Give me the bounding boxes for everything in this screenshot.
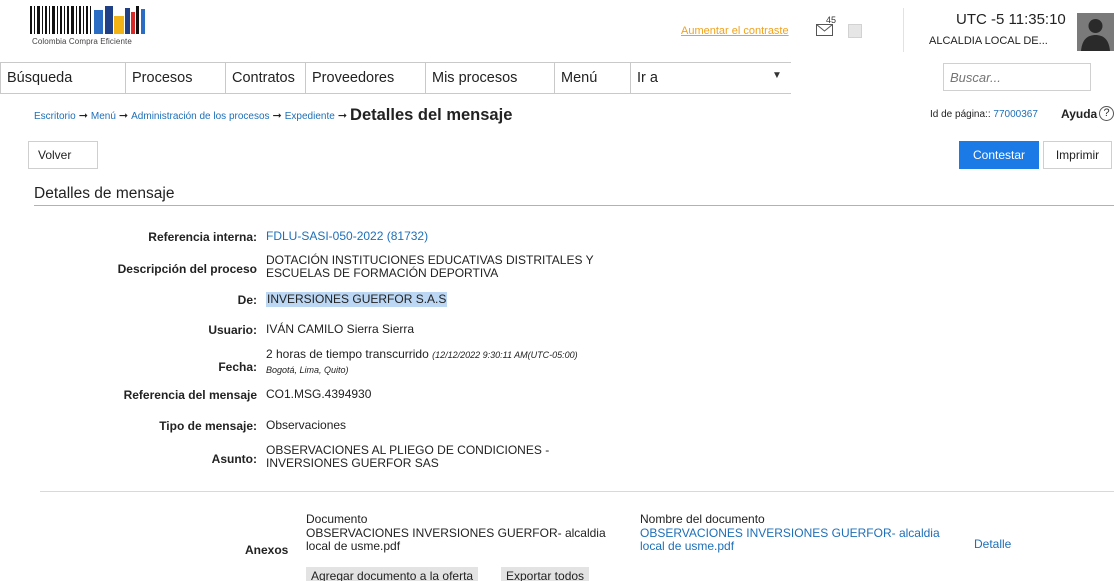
logo-caption: Colombia Compra Eficiente xyxy=(32,37,132,46)
ref-mensaje-label: Referencia del mensaje xyxy=(123,388,257,402)
barcode-logo-icon xyxy=(30,6,145,34)
section-divider xyxy=(34,205,1114,206)
user-avatar-icon[interactable] xyxy=(1077,13,1114,51)
add-to-offer-button[interactable]: Agregar documento a la oferta xyxy=(306,567,479,581)
fecha-elapsed: 2 horas de tiempo transcurrido xyxy=(266,347,429,361)
ref-interna-label: Referencia interna: xyxy=(148,230,257,244)
section-title: Detalles de mensaje xyxy=(34,185,175,202)
tipo-value: Observaciones xyxy=(266,418,347,432)
arrow-right-icon: ➞ xyxy=(78,110,88,122)
person-silhouette-icon xyxy=(1081,19,1110,51)
attachment-name-link[interactable]: OBSERVACIONES INVERSIONES GUERFOR- alcal… xyxy=(640,527,940,553)
tipo-label: Tipo de mensaje: xyxy=(159,419,257,433)
descripcion-label: Descripción del proceso xyxy=(117,262,257,276)
arrow-right-icon: ➞ xyxy=(272,110,282,122)
fecha-label: Fecha: xyxy=(218,360,257,374)
ref-mensaje-value: CO1.MSG.4394930 xyxy=(266,387,372,401)
nav-busqueda[interactable]: Búsqueda xyxy=(0,62,126,94)
back-button[interactable]: Volver xyxy=(28,141,98,169)
asunto-line-2: INVERSIONES GUERFOR SAS xyxy=(266,456,439,470)
descripcion-line-2: ESCUELAS DE FORMACIÓN DEPORTIVA xyxy=(266,266,499,280)
page-id-label: Id de página:: xyxy=(930,109,991,120)
nav-procesos[interactable]: Procesos xyxy=(126,62,226,94)
search-input[interactable] xyxy=(943,63,1091,91)
help-link[interactable]: Ayuda xyxy=(1061,107,1097,121)
attachments-divider xyxy=(40,491,1114,492)
descripcion-value: DOTACIÓN INSTITUCIONES EDUCATIVAS DISTRI… xyxy=(266,254,594,280)
col-documento: Documento xyxy=(306,512,368,526)
breadcrumb-menu[interactable]: Menú xyxy=(91,111,116,122)
breadcrumb-expediente[interactable]: Expediente xyxy=(285,111,335,122)
attachment-name-line-2: local de usme.pdf xyxy=(640,539,735,553)
attachment-document: OBSERVACIONES INVERSIONES GUERFOR- alcal… xyxy=(306,527,606,553)
reply-button[interactable]: Contestar xyxy=(959,141,1039,169)
nav-mis-procesos[interactable]: Mis procesos xyxy=(426,62,555,94)
page-title: Detalles del mensaje xyxy=(350,106,513,124)
fecha-timezone: Bogotá, Lima, Quito) xyxy=(266,365,349,375)
entity-name[interactable]: ALCALDIA LOCAL DE... xyxy=(929,35,1048,47)
breadcrumb-admin-procesos[interactable]: Administración de los procesos xyxy=(131,111,269,122)
increase-contrast-link[interactable]: Aumentar el contraste xyxy=(681,25,789,37)
document-icon[interactable] xyxy=(848,24,862,38)
fecha-timestamp: (12/12/2022 9:30:11 AM(UTC-05:00) xyxy=(432,350,578,360)
asunto-label: Asunto: xyxy=(211,452,257,466)
colombia-compra-logo[interactable]: Colombia Compra Eficiente xyxy=(30,6,160,54)
fecha-value: 2 horas de tiempo transcurrido (12/12/20… xyxy=(266,348,578,377)
de-label: De: xyxy=(237,293,257,307)
utc-clock: UTC -5 11:35:10 xyxy=(956,11,1066,28)
nav-menu[interactable]: Menú xyxy=(555,62,631,94)
breadcrumb-escritorio[interactable]: Escritorio xyxy=(34,111,76,122)
header-separator xyxy=(903,8,904,52)
usuario-label: Usuario: xyxy=(208,323,257,337)
asunto-value: OBSERVACIONES AL PLIEGO DE CONDICIONES -… xyxy=(266,444,549,470)
nav-ir-a[interactable]: Ir a xyxy=(631,62,791,94)
mail-count-badge: 45 xyxy=(826,15,837,25)
caret-down-icon[interactable]: ▼ xyxy=(772,70,782,81)
header: Colombia Compra Eficiente Aumentar el co… xyxy=(0,0,1114,62)
page-id: Id de página:: 77000367 xyxy=(930,109,1038,120)
col-nombre-documento: Nombre del documento xyxy=(640,512,765,526)
nav-contratos[interactable]: Contratos xyxy=(226,62,306,94)
arrow-right-icon: ➞ xyxy=(337,110,348,122)
attachment-detail-link[interactable]: Detalle xyxy=(974,538,1011,551)
export-all-button[interactable]: Exportar todos xyxy=(501,567,590,581)
page-id-value[interactable]: 77000367 xyxy=(993,109,1038,120)
anexos-label: Anexos xyxy=(245,543,289,557)
print-button[interactable]: Imprimir xyxy=(1043,141,1112,169)
help-icon[interactable]: ? xyxy=(1099,106,1114,121)
sender-value: INVERSIONES GUERFOR S.A.S xyxy=(266,292,448,307)
arrow-right-icon: ➞ xyxy=(118,110,129,122)
nav-proveedores[interactable]: Proveedores xyxy=(306,62,426,94)
attachment-document-line-2: local de usme.pdf xyxy=(306,539,401,553)
ref-interna-link[interactable]: FDLU-SASI-050-2022 (81732) xyxy=(266,230,428,243)
usuario-value: IVÁN CAMILO Sierra Sierra xyxy=(266,322,415,336)
breadcrumb: Escritorio ➞ Menú ➞ Administración de los pr… xyxy=(34,106,512,125)
